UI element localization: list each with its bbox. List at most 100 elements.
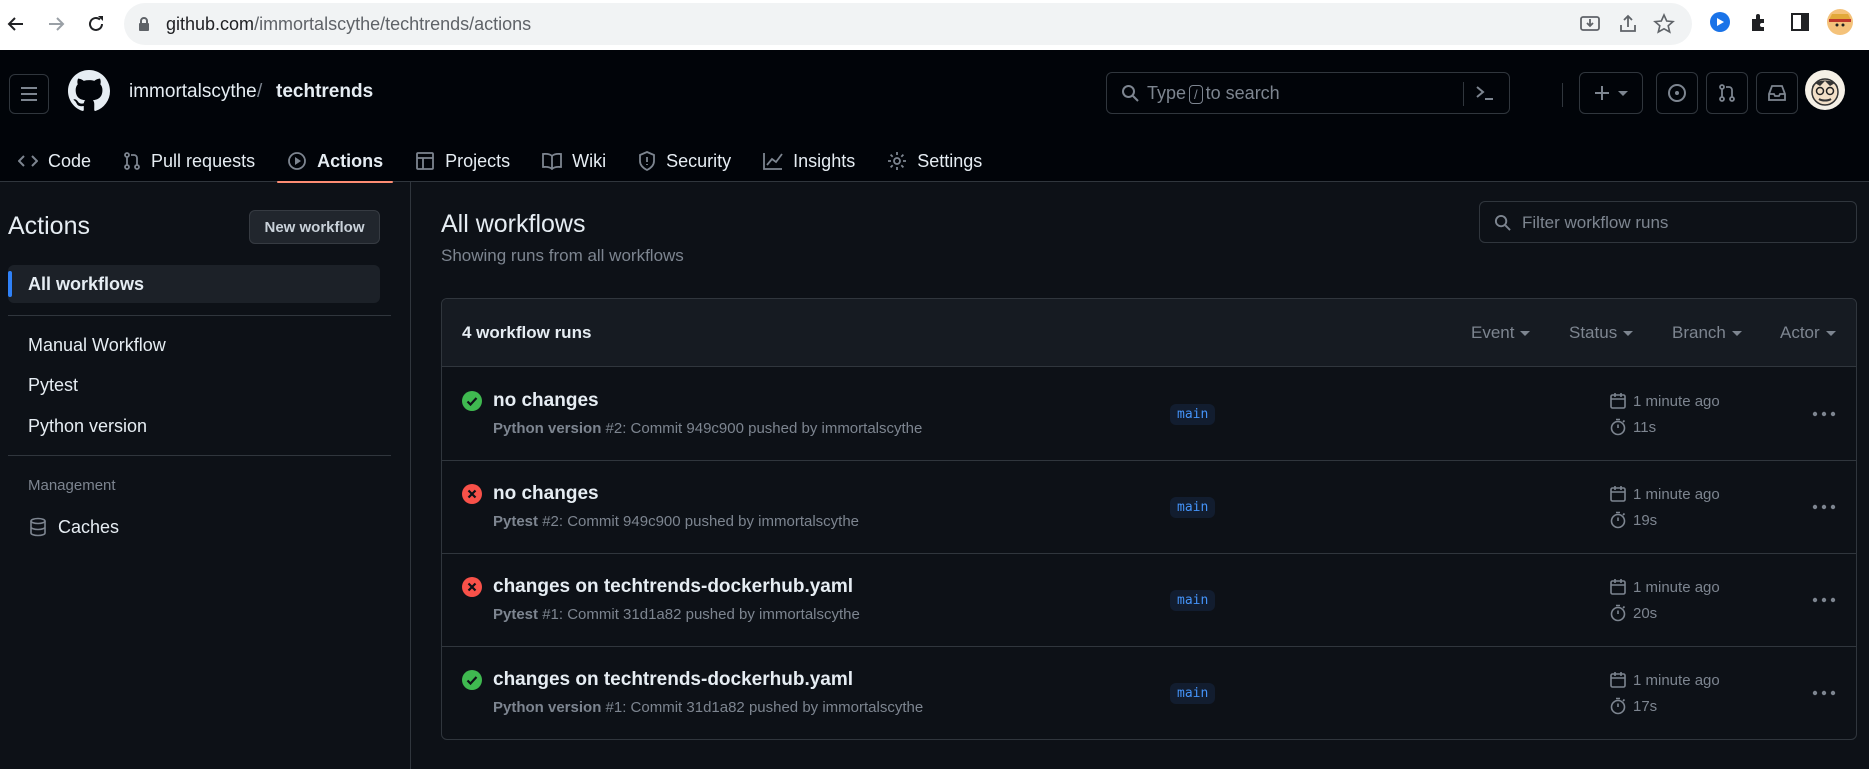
event-filter-dropdown[interactable]: Event [1471, 323, 1531, 343]
branch-label[interactable]: main [1170, 590, 1216, 611]
actor-filter-dropdown[interactable]: Actor [1780, 323, 1836, 343]
table-row[interactable]: changes on techtrends-dockerhub.yaml Pyt… [442, 554, 1856, 647]
share-icon[interactable] [1617, 13, 1639, 35]
bookmark-star-icon[interactable] [1653, 13, 1675, 35]
command-palette-icon[interactable] [1475, 84, 1495, 102]
tab-projects[interactable]: Projects [405, 140, 520, 182]
table-row[interactable]: no changes Pytest #2: Commit 949c900 pus… [442, 461, 1856, 554]
run-time: 1 minute ago [1609, 392, 1720, 410]
forward-arrow-icon[interactable] [40, 8, 72, 40]
run-title-link[interactable]: changes on techtrends-dockerhub.yaml [493, 669, 853, 691]
tab-insights[interactable]: Insights [753, 140, 865, 182]
extension-icon[interactable] [1709, 11, 1731, 33]
run-duration: 11s [1609, 418, 1656, 436]
code-icon [18, 155, 38, 167]
run-duration: 20s [1609, 604, 1657, 622]
issue-circle-icon [1668, 84, 1686, 102]
pull-requests-button[interactable] [1706, 72, 1748, 114]
chevron-down-icon [1618, 90, 1628, 96]
run-title-link[interactable]: no changes [493, 390, 599, 412]
runs-header: 4 workflow runs Event Status Branch Acto… [442, 299, 1856, 367]
stopwatch-icon [1610, 604, 1626, 622]
stopwatch-icon [1610, 697, 1626, 715]
pull-request-icon [124, 152, 140, 170]
branch-label[interactable]: main [1170, 497, 1216, 518]
tab-code[interactable]: Code [8, 140, 101, 182]
tab-pull-requests[interactable]: Pull requests [113, 140, 265, 182]
github-header: immortalscythe / techtrends Type / to sear… [0, 50, 1869, 183]
filter-workflow-runs-input[interactable]: Filter workflow runs [1479, 201, 1857, 243]
chevron-down-icon [1520, 330, 1531, 336]
user-avatar[interactable] [1805, 70, 1845, 110]
more-options-icon[interactable] [1806, 588, 1842, 612]
tab-security[interactable]: Security [628, 140, 741, 182]
management-section-label: Management [28, 477, 116, 494]
stopwatch-icon [1610, 418, 1626, 436]
menu-hamburger-button[interactable] [9, 74, 49, 114]
create-new-button[interactable] [1579, 72, 1643, 114]
issues-button[interactable] [1656, 72, 1698, 114]
address-bar[interactable]: github.com/immortalscythe/techtrends/act… [124, 3, 1692, 45]
lock-icon [138, 17, 150, 31]
calendar-icon [1610, 672, 1626, 688]
book-icon [542, 152, 563, 170]
profile-avatar-icon[interactable] [1826, 8, 1854, 36]
inbox-button[interactable] [1756, 72, 1798, 114]
page-title: All workflows [441, 210, 586, 238]
side-panel-icon[interactable] [1789, 11, 1811, 33]
pull-request-icon [1719, 84, 1735, 102]
install-app-icon[interactable] [1579, 13, 1601, 35]
tab-settings[interactable]: Settings [877, 140, 992, 182]
run-title-link[interactable]: no changes [493, 483, 599, 505]
branch-filter-dropdown[interactable]: Branch [1672, 323, 1742, 343]
run-meta: Python version #1: Commit 31d1a82 pushed… [493, 699, 924, 716]
sidebar-item-pytest[interactable]: Pytest [8, 366, 380, 404]
plus-icon [1595, 86, 1609, 100]
table-row[interactable]: no changes Python version #2: Commit 949… [442, 368, 1856, 461]
page-subtitle: Showing runs from all workflows [441, 246, 684, 265]
branch-label[interactable]: main [1170, 683, 1216, 704]
actions-sidebar: Actions New workflow All workflows Manua… [0, 182, 411, 769]
failure-x-icon [462, 577, 482, 597]
back-arrow-icon[interactable] [0, 8, 32, 40]
chevron-down-icon [1731, 330, 1742, 336]
sidebar-item-all-workflows[interactable]: All workflows [8, 265, 380, 303]
repo-owner-link[interactable]: immortalscythe [129, 81, 257, 103]
run-title-link[interactable]: changes on techtrends-dockerhub.yaml [493, 576, 853, 598]
sidebar-item-caches[interactable]: Caches [8, 508, 380, 546]
url-text: github.com/immortalscythe/techtrends/act… [166, 14, 532, 34]
tab-wiki[interactable]: Wiki [532, 140, 616, 182]
reload-icon[interactable] [80, 8, 112, 40]
sidebar-item-python-version[interactable]: Python version [8, 407, 380, 445]
more-options-icon[interactable] [1806, 495, 1842, 519]
sidebar-item-manual-workflow[interactable]: Manual Workflow [8, 326, 380, 364]
sidebar-title: Actions [8, 212, 90, 240]
status-filter-dropdown[interactable]: Status [1569, 323, 1634, 343]
more-options-icon[interactable] [1806, 681, 1842, 705]
run-time: 1 minute ago [1609, 485, 1720, 503]
more-options-icon[interactable] [1806, 402, 1842, 426]
workflow-runs-list: 4 workflow runs Event Status Branch Acto… [441, 298, 1857, 740]
calendar-icon [1610, 393, 1626, 409]
gear-icon [888, 152, 907, 170]
new-workflow-button[interactable]: New workflow [249, 210, 380, 244]
tab-actions[interactable]: Actions [277, 140, 394, 183]
shield-icon [639, 151, 656, 171]
github-logo-icon[interactable] [68, 70, 110, 112]
repo-tabs: Code Pull requests Actions Projects Wiki… [0, 140, 1004, 183]
run-meta: Pytest #2: Commit 949c900 pushed by immo… [493, 513, 860, 530]
success-check-icon [462, 670, 482, 690]
branch-label[interactable]: main [1170, 404, 1216, 425]
breadcrumb-separator: / [257, 81, 263, 102]
repo-name-link[interactable]: techtrends [276, 81, 373, 103]
puzzle-icon[interactable] [1748, 11, 1770, 33]
stopwatch-icon [1610, 511, 1626, 529]
database-icon [30, 517, 46, 537]
search-icon [1121, 84, 1139, 102]
table-row[interactable]: changes on techtrends-dockerhub.yaml Pyt… [442, 647, 1856, 739]
table-icon [416, 152, 435, 170]
calendar-icon [1610, 579, 1626, 595]
global-search-input[interactable]: Type / to search [1106, 72, 1510, 114]
graph-icon [763, 153, 783, 170]
search-icon [1494, 214, 1511, 231]
